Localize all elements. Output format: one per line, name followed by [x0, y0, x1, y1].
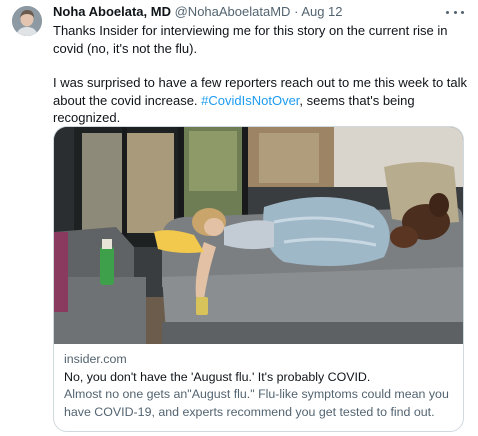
header-separator: ·: [294, 4, 299, 19]
more-options-icon[interactable]: [446, 6, 464, 18]
avatar[interactable]: [12, 6, 42, 36]
card-domain: insider.com: [64, 352, 127, 366]
tweet[interactable]: Noha Aboelata, MD @NohaAboelataMD · Aug …: [0, 0, 478, 436]
card-description: Almost no one gets an"August flu." Flu-l…: [64, 387, 449, 419]
author-name[interactable]: Noha Aboelata, MD: [53, 4, 171, 19]
tweet-text-paragraph-1: Thanks Insider for interviewing me for t…: [53, 23, 448, 56]
author-handle[interactable]: @NohaAboelataMD: [175, 4, 291, 19]
hashtag-link[interactable]: #CovidIsNotOver: [201, 93, 299, 108]
tweet-text: Thanks Insider for interviewing me for t…: [53, 22, 468, 127]
card-title[interactable]: No, you don't have the 'August flu.' It'…: [64, 369, 456, 387]
card-image[interactable]: [54, 127, 463, 344]
link-card[interactable]: insider.com No, you don't have the 'Augu…: [53, 126, 464, 432]
card-meta: insider.com No, you don't have the 'Augu…: [64, 351, 456, 421]
tweet-header: Noha Aboelata, MD @NohaAboelataMD · Aug …: [53, 4, 343, 20]
avatar-image: [12, 6, 42, 36]
tweet-date[interactable]: Aug 12: [301, 4, 342, 19]
tweet-text-paragraph-2: I was surprised to have a few reporters …: [53, 74, 468, 127]
